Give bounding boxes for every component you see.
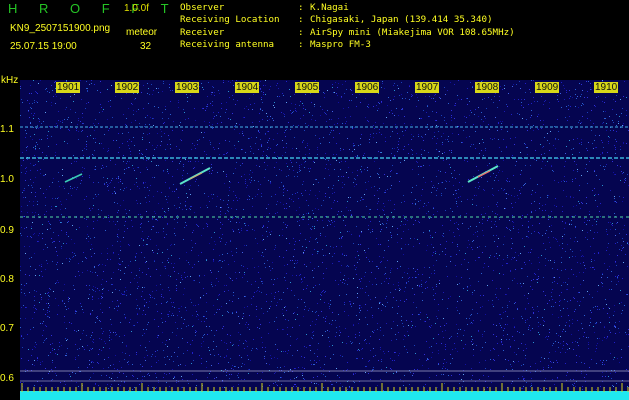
meta-key: Receiving antenna <box>180 38 275 50</box>
x-tick-label: 1902 <box>115 82 140 93</box>
hrofft-window: H R O F F T 1.0.0f KN9_2507151900.png me… <box>0 0 629 400</box>
mode-label: meteor <box>126 27 158 38</box>
station-info: Observer: K.Nagai Receiving Location: Chig… <box>180 2 515 51</box>
app-title: H R O F F T <box>8 1 178 16</box>
file-name: KN9_2507151900.png <box>10 23 111 34</box>
x-tick-label: 1908 <box>475 82 500 93</box>
meta-row-receiver: Receiver: AirSpy mini (Miakejima VOR 108.… <box>180 27 515 39</box>
meta-key: Receiver <box>180 26 225 38</box>
spectrogram <box>20 80 629 400</box>
y-tick-label: 0.7 <box>0 323 14 334</box>
x-tick-label: 1905 <box>295 82 320 93</box>
x-tick-label: 1904 <box>235 82 260 93</box>
meta-separator: : <box>298 2 304 13</box>
meta-separator: : <box>298 38 304 50</box>
y-tick-label: 1.1 <box>0 124 14 135</box>
x-tick-label: 1909 <box>535 82 560 93</box>
y-axis-unit: kHz <box>1 75 19 86</box>
meta-row-observer: Observer: K.Nagai <box>180 2 515 14</box>
x-tick-label: 1907 <box>415 82 440 93</box>
x-tick-label: 1910 <box>594 82 619 93</box>
y-tick-label: 0.8 <box>0 274 14 285</box>
meta-value: K.Nagai <box>310 2 349 13</box>
meta-row-location: Receiving Location: Chigasaki, Japan (139… <box>180 14 515 26</box>
meta-value: Chigasaki, Japan (139.414 35.340) <box>310 14 493 26</box>
meta-value: Maspro FM-3 <box>310 38 371 50</box>
meta-separator: : <box>298 14 304 26</box>
app-version: 1.0.0f <box>124 3 150 14</box>
y-tick-label: 0.9 <box>0 225 14 236</box>
y-tick-label: 0.6 <box>0 373 14 384</box>
bottom-band <box>20 391 629 400</box>
datetime-label: 25.07.15 19:00 <box>10 41 77 52</box>
meteor-count: 32 <box>140 41 152 52</box>
y-tick-label: 1.0 <box>0 174 14 185</box>
meta-value: AirSpy mini (Miakejima VOR 108.65MHz) <box>310 26 515 38</box>
x-tick-label: 1906 <box>355 82 380 93</box>
x-tick-label: 1903 <box>175 82 200 93</box>
meta-separator: : <box>298 26 304 38</box>
meta-key: Receiving Location <box>180 14 280 26</box>
meta-row-antenna: Receiving antenna: Maspro FM-3 <box>180 39 515 51</box>
x-tick-label: 1901 <box>56 82 81 93</box>
meta-key: Observer <box>180 2 225 13</box>
spectrogram-canvas <box>20 80 629 400</box>
